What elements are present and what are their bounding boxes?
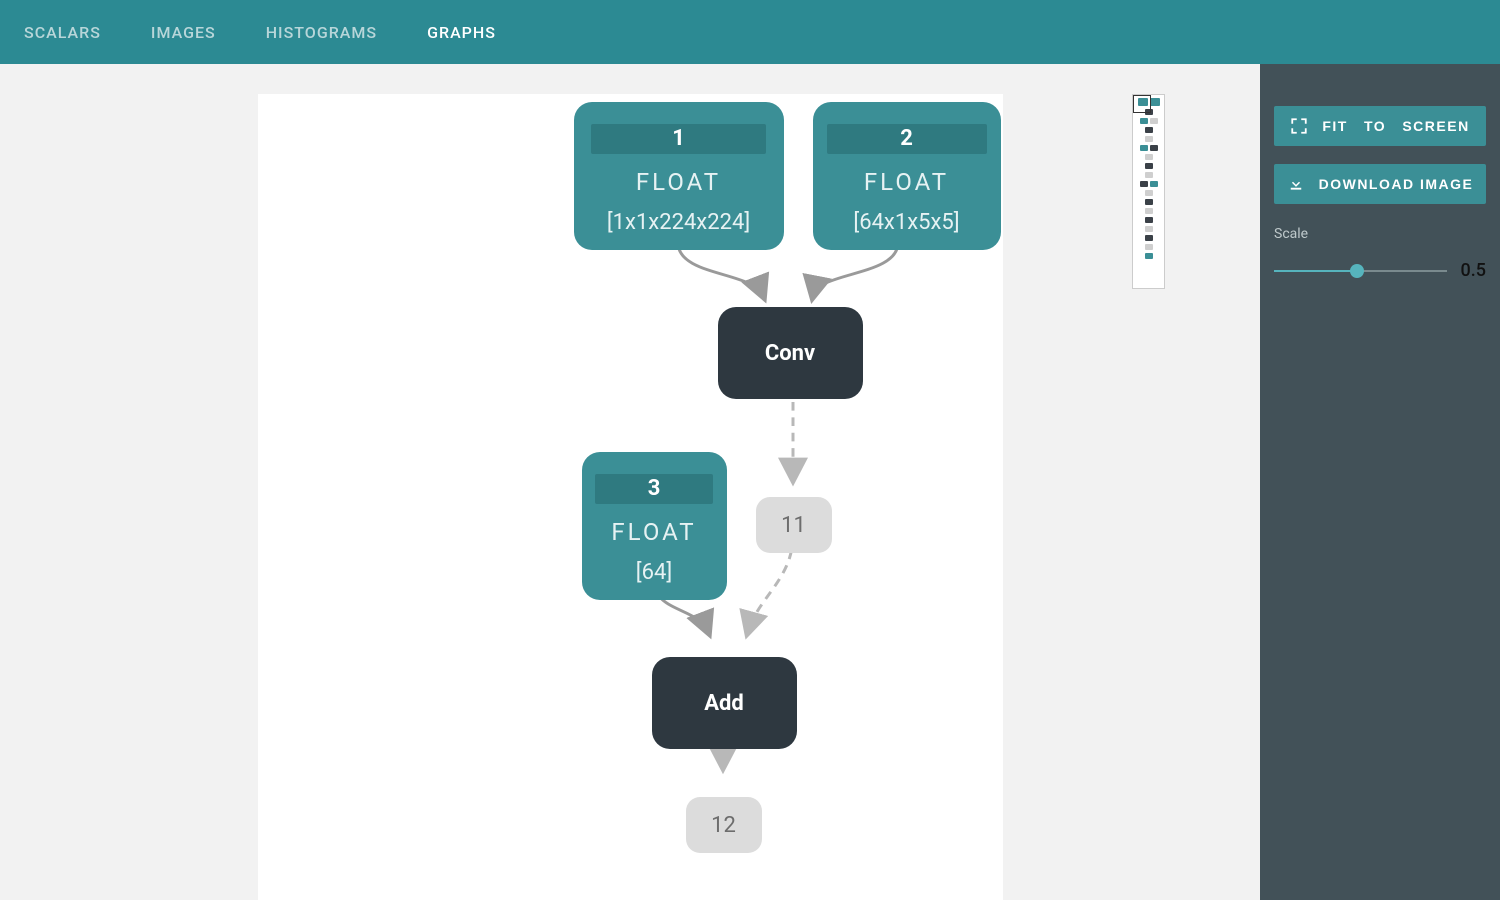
top-tabs: SCALARS IMAGES HISTOGRAMS GRAPHS	[0, 0, 1500, 64]
graph-intermediate-node-12[interactable]: 12	[686, 797, 762, 853]
scale-slider[interactable]	[1274, 270, 1447, 272]
tab-scalars[interactable]: SCALARS	[24, 23, 101, 42]
graph-op-node-add[interactable]: Add	[652, 657, 797, 749]
node-id-badge: 3	[595, 474, 713, 504]
graph-canvas[interactable]: 1 FLOAT [1x1x224x224] 2 FLOAT [64x1x5x5]…	[258, 94, 1003, 900]
button-label: DOWNLOAD IMAGE	[1319, 176, 1474, 192]
graph-input-node-1[interactable]: 1 FLOAT [1x1x224x224]	[574, 102, 784, 250]
tab-histograms[interactable]: HISTOGRAMS	[266, 23, 377, 42]
node-dtype: FLOAT	[611, 518, 696, 546]
download-image-button[interactable]: DOWNLOAD IMAGE	[1274, 164, 1486, 204]
node-shape: [64x1x5x5]	[853, 210, 959, 235]
intermediate-id: 11	[781, 513, 806, 538]
node-shape: [64]	[636, 560, 672, 585]
graph-minimap[interactable]	[1132, 94, 1165, 289]
graph-canvas-area[interactable]: 1 FLOAT [1x1x224x224] 2 FLOAT [64x1x5x5]…	[0, 64, 1260, 900]
graph-input-node-2[interactable]: 2 FLOAT [64x1x5x5]	[813, 102, 1001, 250]
op-label: Conv	[765, 341, 815, 366]
graph-op-node-conv[interactable]: Conv	[718, 307, 863, 399]
node-id-badge: 1	[591, 124, 766, 154]
download-icon	[1287, 175, 1305, 193]
tab-images[interactable]: IMAGES	[151, 23, 216, 42]
scale-value: 0.5	[1461, 260, 1486, 281]
op-label: Add	[704, 691, 744, 716]
node-id-badge: 2	[827, 124, 987, 154]
fullscreen-icon	[1290, 117, 1308, 135]
node-dtype: FLOAT	[864, 168, 949, 196]
right-sidebar: FIT TO SCREEN DOWNLOAD IMAGE Scale 0.5	[1260, 64, 1500, 900]
node-shape: [1x1x224x224]	[607, 210, 750, 235]
minimap-viewport[interactable]	[1133, 95, 1151, 113]
graph-input-node-3[interactable]: 3 FLOAT [64]	[582, 452, 727, 600]
scale-label: Scale	[1274, 226, 1486, 242]
graph-intermediate-node-11[interactable]: 11	[756, 497, 832, 553]
fit-to-screen-button[interactable]: FIT TO SCREEN	[1274, 106, 1486, 146]
node-dtype: FLOAT	[636, 168, 721, 196]
button-label: FIT TO SCREEN	[1322, 118, 1469, 134]
tab-graphs[interactable]: GRAPHS	[427, 23, 496, 42]
scale-slider-thumb[interactable]	[1350, 264, 1364, 278]
intermediate-id: 12	[711, 813, 736, 838]
